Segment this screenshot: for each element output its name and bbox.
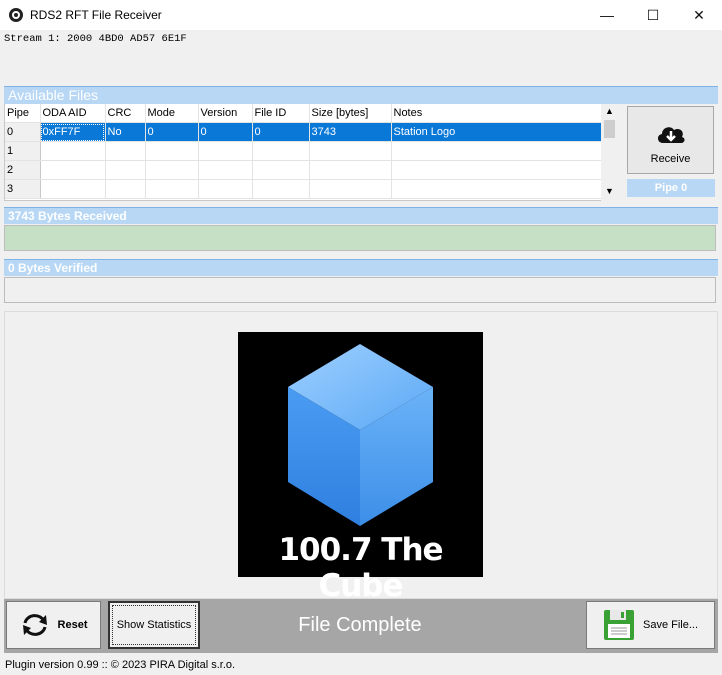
- pipe-cell[interactable]: 3: [5, 179, 41, 199]
- pipe-cell[interactable]: 1: [5, 141, 41, 161]
- col-header[interactable]: Size [bytes]: [309, 104, 392, 123]
- verified-progress-bar: [4, 277, 716, 303]
- col-header[interactable]: Mode: [145, 104, 199, 123]
- close-button[interactable]: ✕: [676, 0, 722, 30]
- pipe-cell[interactable]: 2: [5, 160, 41, 180]
- version-cell[interactable]: [198, 160, 253, 180]
- stream-info: Stream 1: 2000 4BD0 AD57 6E1F: [4, 33, 187, 45]
- oda-aid-cell[interactable]: [40, 179, 106, 199]
- mode-cell[interactable]: [145, 179, 199, 199]
- mode-cell[interactable]: 0: [145, 122, 199, 142]
- file-id-cell[interactable]: 0: [252, 122, 310, 142]
- size-cell[interactable]: [309, 141, 392, 161]
- reset-label: Reset: [57, 619, 88, 631]
- table-row[interactable]: 2: [5, 160, 602, 180]
- file-id-cell[interactable]: [252, 160, 310, 180]
- window-title: RDS2 RFT File Receiver: [30, 8, 162, 22]
- maximize-button[interactable]: ☐: [630, 0, 676, 30]
- scroll-thumb[interactable]: [604, 120, 615, 138]
- receive-label: Receive: [650, 153, 691, 165]
- grid-header-row: Pipe ODA AID CRC Mode Version File ID Si…: [5, 104, 602, 123]
- file-id-cell[interactable]: [252, 141, 310, 161]
- cube-icon: [288, 344, 433, 526]
- table-row[interactable]: 3: [5, 179, 602, 199]
- col-header[interactable]: File ID: [252, 104, 310, 123]
- notes-cell[interactable]: Station Logo: [391, 122, 602, 142]
- col-header[interactable]: Notes: [391, 104, 602, 123]
- save-file-label: Save File...: [642, 619, 699, 631]
- oda-aid-cell[interactable]: [40, 141, 106, 161]
- minimize-button[interactable]: —: [584, 0, 630, 30]
- crc-cell[interactable]: [105, 160, 146, 180]
- station-logo-image: 100.7 The Cube: [238, 332, 483, 604]
- size-cell[interactable]: [309, 160, 392, 180]
- oda-aid-cell[interactable]: [40, 160, 106, 180]
- file-id-cell[interactable]: [252, 179, 310, 199]
- crc-cell[interactable]: No: [105, 122, 146, 142]
- size-cell[interactable]: [309, 179, 392, 199]
- radio-app-icon: [9, 8, 23, 22]
- col-header[interactable]: ODA AID: [40, 104, 106, 123]
- bytes-received-header: 3743 Bytes Received: [4, 207, 718, 224]
- reset-icon: [22, 614, 47, 636]
- version-cell[interactable]: [198, 179, 253, 199]
- received-progress-bar: [4, 225, 716, 251]
- mode-cell[interactable]: [145, 160, 199, 180]
- available-files-header: Available Files: [4, 86, 718, 104]
- bytes-verified-header: 0 Bytes Verified: [4, 259, 718, 276]
- notes-cell[interactable]: [391, 141, 602, 161]
- pipe-cell[interactable]: 0: [5, 122, 41, 142]
- table-row[interactable]: 0 0xFF7F No 0 0 0 3743 Station Logo: [5, 122, 602, 142]
- scroll-up-icon[interactable]: ▲: [605, 106, 614, 116]
- show-statistics-label: Show Statistics: [116, 619, 192, 631]
- floppy-disk-icon: [603, 610, 634, 640]
- crc-cell[interactable]: [105, 141, 146, 161]
- save-file-button[interactable]: Save File...: [586, 601, 715, 649]
- receive-button[interactable]: Receive: [627, 106, 714, 174]
- cloud-download-icon: [657, 127, 685, 143]
- logo-text: 100.7 The Cube: [278, 532, 443, 604]
- oda-aid-cell[interactable]: 0xFF7F: [40, 122, 106, 142]
- notes-cell[interactable]: [391, 160, 602, 180]
- show-statistics-button[interactable]: Show Statistics: [108, 601, 200, 649]
- crc-cell[interactable]: [105, 179, 146, 199]
- version-cell[interactable]: 0: [198, 122, 253, 142]
- pipe-badge: Pipe 0: [627, 179, 715, 197]
- version-cell[interactable]: [198, 141, 253, 161]
- reset-button[interactable]: Reset: [6, 601, 101, 649]
- grid-scrollbar[interactable]: ▲ ▼: [601, 104, 618, 200]
- files-grid[interactable]: Pipe ODA AID CRC Mode Version File ID Si…: [4, 104, 602, 201]
- table-row[interactable]: 1: [5, 141, 602, 161]
- status-text: File Complete: [298, 614, 422, 636]
- mode-cell[interactable]: [145, 141, 199, 161]
- scroll-down-icon[interactable]: ▼: [605, 186, 614, 196]
- notes-cell[interactable]: [391, 179, 602, 199]
- size-cell[interactable]: 3743: [309, 122, 392, 142]
- col-header[interactable]: CRC: [105, 104, 146, 123]
- col-header[interactable]: Pipe: [5, 104, 41, 123]
- col-header[interactable]: Version: [198, 104, 253, 123]
- footer-version: Plugin version 0.99 :: © 2023 PIRA Digit…: [5, 659, 236, 671]
